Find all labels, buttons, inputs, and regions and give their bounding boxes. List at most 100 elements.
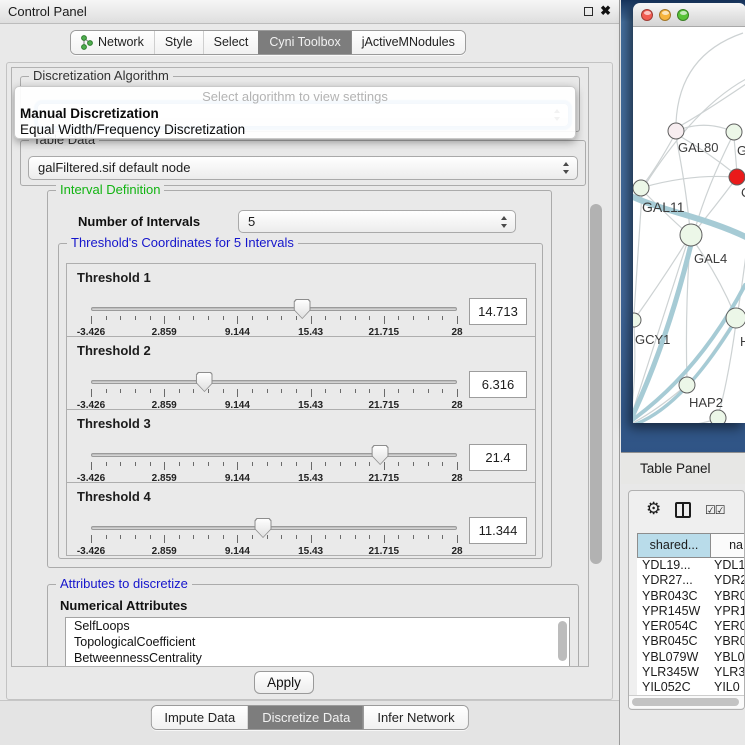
checkboxes-icon[interactable]: ☑☑ [705, 503, 725, 517]
network-node-label: GAL80 [678, 140, 718, 155]
threshold-slider[interactable]: -3.4262.8599.14415.4321.71528 [91, 521, 457, 555]
column-header-shared-name[interactable]: shared... [637, 533, 711, 558]
network-edge[interactable] [680, 84, 745, 126]
network-node-gal80[interactable] [668, 123, 684, 139]
apply-button[interactable]: Apply [254, 671, 314, 694]
tab-cyni-toolbox[interactable]: Cyni Toolbox [258, 31, 350, 54]
slider-thumb[interactable] [255, 518, 272, 538]
threshold-value-field[interactable]: 14.713 [469, 298, 527, 325]
tab-label: Style [165, 31, 193, 54]
threshold-value-field[interactable]: 21.4 [469, 444, 527, 471]
tab-style[interactable]: Style [154, 31, 203, 54]
combo-stepper-icon [563, 162, 570, 174]
slider-track[interactable] [91, 307, 457, 311]
threshold-slider[interactable]: -3.4262.8599.14415.4321.71528 [91, 302, 457, 336]
slider-track[interactable] [91, 453, 457, 457]
network-edge[interactable] [738, 255, 745, 311]
dropdown-option-equal-width[interactable]: Equal Width/Frequency Discretization [20, 122, 570, 138]
threshold-slider[interactable]: -3.4262.8599.14415.4321.71528 [91, 448, 457, 482]
threshold-slider[interactable]: -3.4262.8599.14415.4321.71528 [91, 375, 457, 409]
tab-infer-network[interactable]: Infer Network [363, 706, 467, 729]
float-window-icon[interactable] [584, 7, 593, 16]
threshold-value-field[interactable]: 6.316 [469, 371, 527, 398]
tab-select[interactable]: Select [203, 31, 259, 54]
network-edge[interactable] [676, 33, 743, 123]
cell-shared-name: YDL19... [637, 558, 711, 573]
network-node-label: GAL4 [694, 251, 727, 266]
network-node-ga[interactable] [726, 124, 742, 140]
network-canvas[interactable]: GAL80GACGAL11GAL4GCY1HHAP2 [633, 27, 745, 423]
hscrollbar-thumb[interactable] [632, 698, 739, 706]
network-node-label: C [741, 185, 745, 200]
table-row[interactable]: YER054CYER0 [637, 619, 745, 634]
attribute-item[interactable]: SelfLoops [66, 618, 569, 634]
attribute-item[interactable]: BetweennessCentrality [66, 650, 569, 666]
threshold-panel-3: Threshold 3-3.4262.8599.14415.4321.71528… [66, 409, 536, 483]
network-edge[interactable] [643, 136, 674, 185]
cell-shared-name: YDR27... [637, 573, 711, 588]
column-header-name[interactable]: na [711, 533, 745, 558]
network-node-gal11[interactable] [633, 180, 649, 196]
network-node-hap2[interactable] [679, 377, 695, 393]
thresholds-group: Threshold's Coordinates for 5 Intervals … [58, 243, 543, 559]
threshold-value-field[interactable]: 11.344 [469, 517, 527, 544]
tab-jactivemnodules[interactable]: jActiveMNodules [351, 31, 465, 54]
network-edge[interactable] [644, 176, 733, 187]
network-node-c[interactable] [729, 169, 745, 185]
table-row[interactable]: YPR145WYPR1 [637, 604, 745, 619]
mac-close-button[interactable] [641, 9, 653, 21]
columns-icon[interactable] [675, 502, 691, 518]
numerical-attributes-list[interactable]: SelfLoopsTopologicalCoefficientBetweenne… [65, 617, 570, 667]
tab-impute-data[interactable]: Impute Data [151, 706, 248, 729]
cell-name: YBR0 [711, 589, 745, 604]
gear-icon[interactable]: ⚙ [646, 499, 661, 519]
threshold-panel-2: Threshold 2-3.4262.8599.14415.4321.71528… [66, 336, 536, 410]
network-node-h[interactable] [726, 308, 745, 328]
thresholds-stack: Threshold 1-3.4262.8599.14415.4321.71528… [66, 264, 536, 556]
table-row[interactable]: YLR345WYLR3 [637, 665, 745, 680]
scrollbar-thumb[interactable] [590, 204, 602, 564]
slider-thumb[interactable] [294, 299, 311, 319]
tab-label: Select [214, 31, 249, 54]
network-graph: GAL80GACGAL11GAL4GCY1HHAP2 [633, 27, 745, 423]
number-of-intervals-combobox[interactable]: 5 [238, 210, 516, 233]
slider-track[interactable] [91, 526, 457, 530]
cell-name: YPR1 [711, 604, 745, 619]
attributes-scrollbar[interactable] [558, 621, 567, 661]
mac-minimize-button[interactable] [659, 9, 671, 21]
panel-vertical-scrollbar[interactable] [595, 67, 609, 667]
network-node-label: GCY1 [635, 332, 670, 347]
table-row[interactable]: YDL19...YDL1 [637, 558, 745, 573]
table-row[interactable]: YIL052CYIL0 [637, 680, 745, 695]
threshold-panel-4: Threshold 4-3.4262.8599.14415.4321.71528… [66, 482, 536, 556]
network-node-gal4[interactable] [680, 224, 702, 246]
right-column: GAL80GACGAL11GAL4GCY1HHAP2 Table Panel ⚙… [621, 0, 745, 745]
slider-thumb[interactable] [372, 445, 389, 465]
slider-thumb[interactable] [196, 372, 213, 392]
number-of-intervals-label: Number of Intervals [78, 214, 200, 229]
close-icon[interactable]: ✖ [600, 3, 611, 19]
table-row[interactable]: YBL079WYBL0 [637, 650, 745, 665]
slider-ticks [91, 389, 457, 398]
top-tabbar: Network Style Select Cyni ToolboxjActiveMNo… [0, 27, 619, 59]
network-edge[interactable] [690, 322, 733, 382]
table-data-combobox[interactable]: galFiltered.sif default node [28, 156, 578, 180]
table-data-value: galFiltered.sif default node [38, 160, 190, 175]
discretization-algorithm-title: Discretization Algorithm [29, 68, 173, 83]
cell-shared-name: YER054C [637, 619, 711, 634]
table-row[interactable]: YBR043CYBR0 [637, 589, 745, 604]
slider-track[interactable] [91, 380, 457, 384]
table-row[interactable]: YBR045CYBR0 [637, 634, 745, 649]
dropdown-option-manual[interactable]: Manual Discretization [20, 106, 570, 122]
dropdown-hint: Select algorithm to view settings [15, 89, 575, 104]
table-horizontal-scrollbar[interactable] [629, 695, 744, 708]
network-node-gcy1[interactable] [633, 313, 641, 327]
tab-network[interactable]: Network [71, 31, 154, 54]
network-view-window[interactable]: GAL80GACGAL11GAL4GCY1HHAP2 [633, 3, 745, 423]
tab-discretize-data[interactable]: Discretize Data [248, 706, 363, 729]
table-row[interactable]: YDR27...YDR2 [637, 573, 745, 588]
attribute-item[interactable]: TopologicalCoefficient [66, 634, 569, 650]
network-node[interactable] [710, 410, 726, 423]
mac-zoom-button[interactable] [677, 9, 689, 21]
network-edge[interactable] [634, 193, 642, 314]
